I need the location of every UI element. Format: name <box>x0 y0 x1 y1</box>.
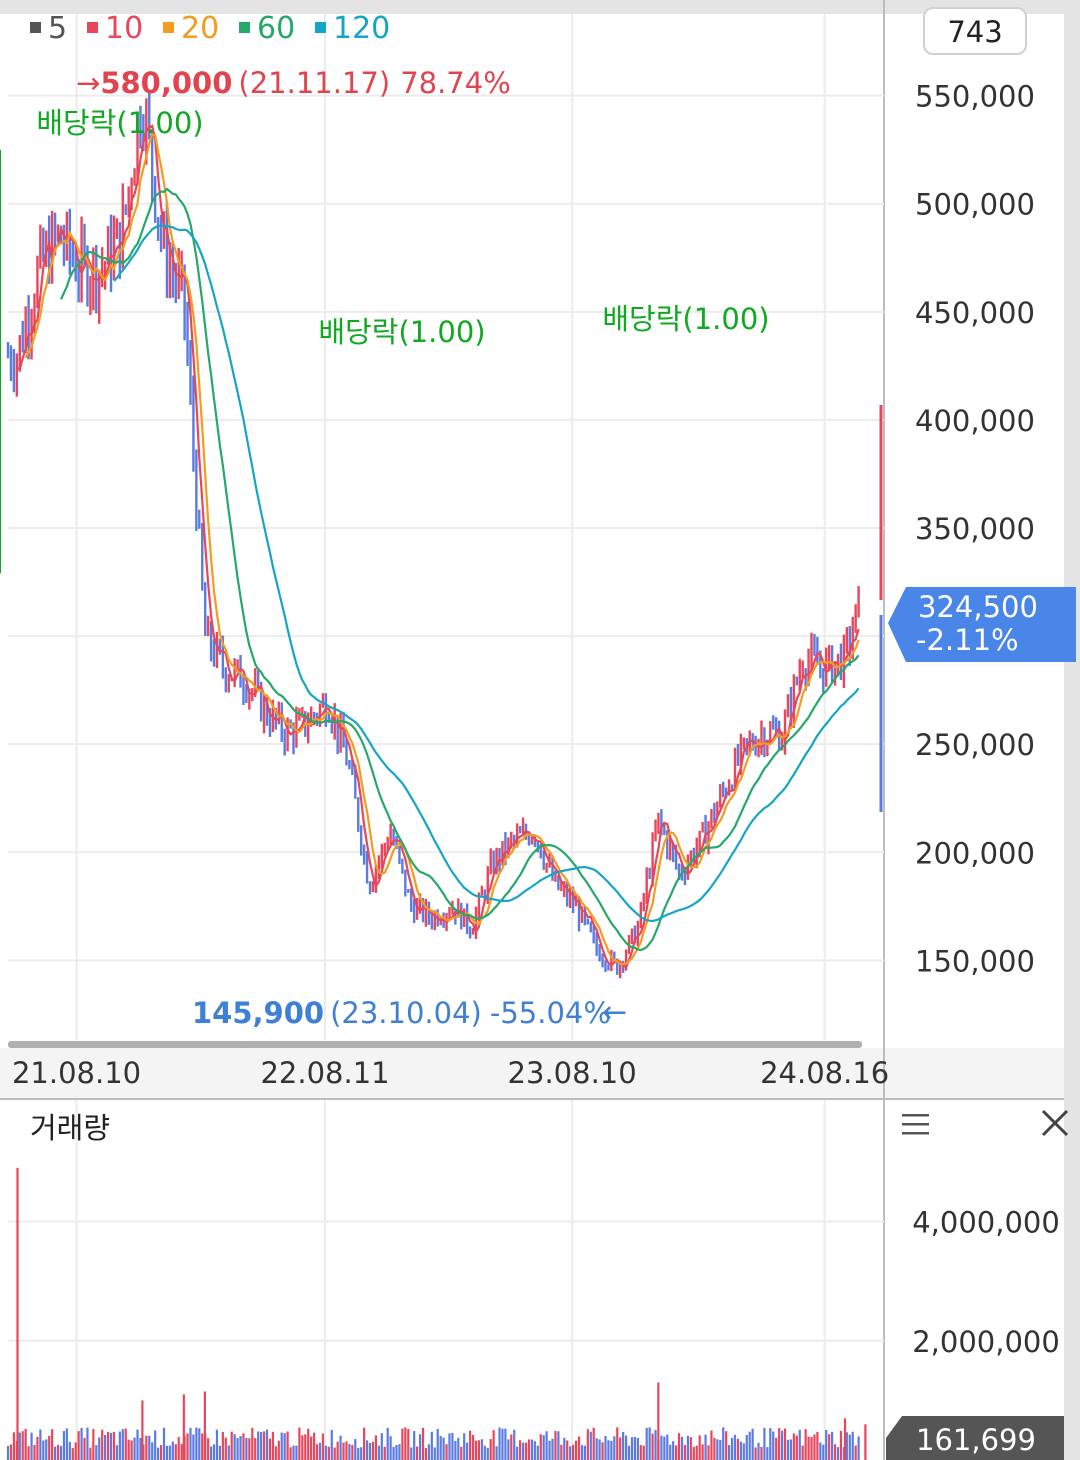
legend-label: 120 <box>333 11 390 46</box>
dividend-label: 배당락(1.00) <box>602 302 769 336</box>
chart-canvas[interactable]: 배당락(1.00) 배당락(1.00) 배당락(1.00) 150,000 200,0… <box>0 0 1080 1460</box>
legend-swatch <box>30 22 41 33</box>
legend-label: 5 <box>48 11 67 46</box>
low-price: 145,900 <box>192 996 324 1030</box>
current-change: -2.11% <box>916 623 1019 657</box>
volume-last-value: 161,699 <box>916 1423 1036 1457</box>
x-tick-label: 22.08.11 <box>260 1056 389 1090</box>
price-tick-label: 500,000 <box>915 188 1035 222</box>
price-tick-label: 150,000 <box>915 944 1035 978</box>
legend-swatch <box>87 22 98 33</box>
high-date: (21.11.17) <box>238 66 390 100</box>
price-tick-label: 450,000 <box>915 296 1035 330</box>
price-tick-label: 200,000 <box>915 836 1035 870</box>
dividend-label: 배당락(1.00) <box>318 315 485 349</box>
legend-label: 20 <box>181 11 219 46</box>
x-tick-label: 23.08.10 <box>508 1056 637 1090</box>
high-arrow: → <box>76 66 100 100</box>
legend-label: 60 <box>257 11 295 46</box>
legend-label: 10 <box>105 11 143 46</box>
low-annotation: 145,900 (23.10.04) -55.04% <box>192 996 611 1030</box>
volume-panel-title: 거래량 <box>30 1111 110 1145</box>
scroll-bar[interactable] <box>8 1041 862 1048</box>
dividend-label: 배당락(1.00) <box>36 106 203 140</box>
stock-chart-app: 배당락(1.00) 배당락(1.00) 배당락(1.00) 150,000 200,0… <box>0 0 1080 1460</box>
volume-tick-label: 2,000,000 <box>912 1325 1060 1359</box>
count-badge-text: 743 <box>947 15 1002 49</box>
high-percent: 78.74% <box>400 66 511 100</box>
right-strip <box>1064 0 1080 1460</box>
price-tick-label: 400,000 <box>915 404 1035 438</box>
x-tick-label: 24.08.16 <box>760 1056 889 1090</box>
price-tick-label: 250,000 <box>915 728 1035 762</box>
high-annotation: →580,000 (21.11.17) 78.74% <box>76 66 511 100</box>
low-percent: -55.04% <box>490 996 611 1030</box>
legend-swatch <box>315 22 326 33</box>
low-date: (23.10.04) <box>330 996 482 1030</box>
top-strip <box>0 0 1080 14</box>
volume-tick-label: 4,000,000 <box>912 1206 1060 1240</box>
legend-swatch <box>239 22 250 33</box>
legend-swatch <box>163 22 174 33</box>
price-y-axis: 150,000200,000250,000300,000350,000400,0… <box>915 80 1035 979</box>
price-tick-label: 350,000 <box>915 512 1035 546</box>
price-tick-label: 550,000 <box>915 80 1035 114</box>
x-tick-label: 21.08.10 <box>12 1056 141 1090</box>
high-price: 580,000 <box>100 66 232 100</box>
current-price: 324,500 <box>918 590 1038 624</box>
low-arrow: ← <box>602 995 627 1030</box>
